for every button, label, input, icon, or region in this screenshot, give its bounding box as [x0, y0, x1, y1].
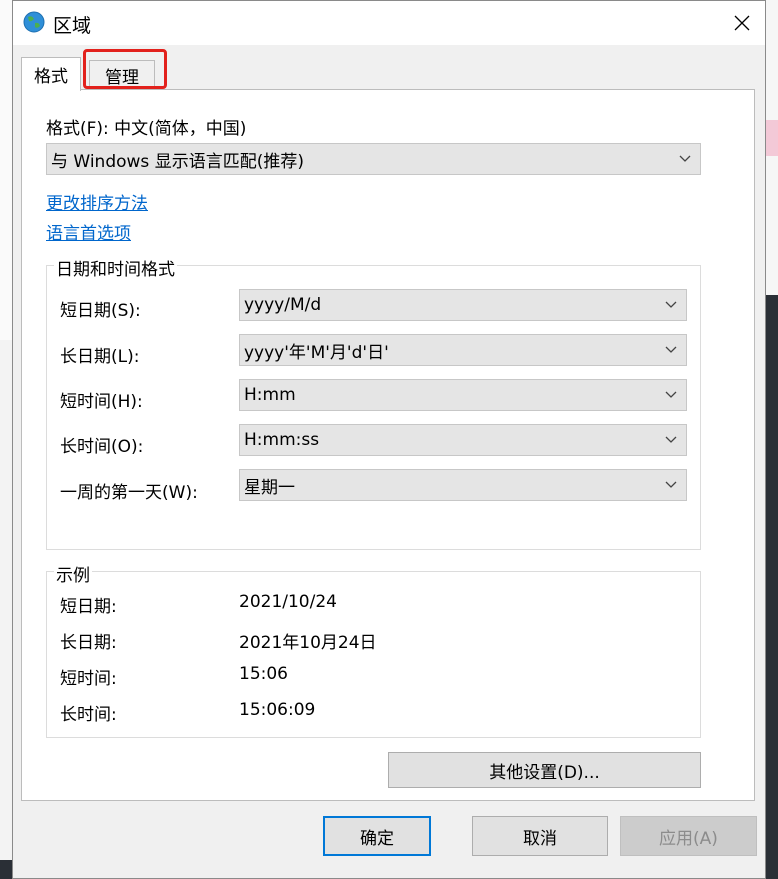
short-time-value: H:mm — [244, 385, 296, 405]
region-dialog: 区域 格式 管理 格式(F): 中文(简体，中国) 与 Windows 显示语言… — [12, 0, 766, 879]
format-label: 格式(F): 中文(简体，中国) — [46, 119, 247, 139]
cancel-button[interactable]: 取消 — [472, 816, 608, 856]
other-settings-button[interactable]: 其他设置(D)... — [388, 752, 701, 788]
short-date-select[interactable]: yyyy/M/d — [239, 289, 687, 321]
example-short-time-value: 15:06 — [239, 664, 288, 684]
chevron-down-icon — [665, 346, 677, 353]
example-long-date-value: 2021年10月24日 — [239, 633, 377, 653]
short-date-label: 短日期(S): — [60, 301, 141, 321]
tab-format[interactable]: 格式 — [21, 57, 81, 91]
example-long-time-label: 长时间: — [60, 705, 117, 725]
long-time-value: H:mm:ss — [244, 430, 320, 450]
close-icon — [734, 15, 750, 31]
chevron-down-icon — [665, 301, 677, 308]
chevron-down-icon — [665, 481, 677, 488]
globe-icon — [23, 11, 45, 33]
window-title: 区域 — [53, 15, 92, 37]
apply-button[interactable]: 应用(A) — [620, 816, 757, 856]
chevron-down-icon — [665, 436, 677, 443]
ok-button[interactable]: 确定 — [323, 816, 431, 856]
examples-group — [46, 571, 701, 738]
language-preferences-link[interactable]: 语言首选项 — [46, 219, 131, 244]
short-time-select[interactable]: H:mm — [239, 379, 687, 411]
example-short-time-label: 短时间: — [60, 669, 117, 689]
highlight-box — [83, 49, 167, 89]
close-button[interactable] — [719, 1, 765, 45]
example-short-date-value: 2021/10/24 — [239, 592, 337, 612]
chevron-down-icon — [665, 391, 677, 398]
format-select[interactable]: 与 Windows 显示语言匹配(推荐) — [46, 143, 701, 175]
title-bar: 区域 — [13, 1, 765, 45]
example-long-date-label: 长日期: — [60, 633, 117, 653]
first-day-label: 一周的第一天(W): — [60, 483, 198, 503]
example-long-time-value: 15:06:09 — [239, 700, 316, 720]
format-select-value: 与 Windows 显示语言匹配(推荐) — [51, 151, 304, 172]
long-date-select[interactable]: yyyy'年'M'月'd'日' — [239, 334, 687, 366]
long-date-value: yyyy'年'M'月'd'日' — [244, 342, 389, 363]
first-day-value: 星期一 — [244, 477, 295, 498]
short-time-label: 短时间(H): — [60, 392, 143, 412]
long-time-select[interactable]: H:mm:ss — [239, 424, 687, 456]
chevron-down-icon — [679, 155, 691, 162]
long-date-label: 长日期(L): — [60, 347, 140, 367]
first-day-select[interactable]: 星期一 — [239, 469, 687, 501]
short-date-value: yyyy/M/d — [244, 295, 322, 315]
change-sort-link[interactable]: 更改排序方法 — [46, 189, 148, 214]
background-window-left-top — [0, 0, 12, 340]
example-short-date-label: 短日期: — [60, 597, 117, 617]
background-window-right-accent — [766, 120, 778, 156]
datetime-group-title: 日期和时间格式 — [54, 255, 177, 280]
format-panel: 格式(F): 中文(简体，中国) 与 Windows 显示语言匹配(推荐) 更改… — [21, 89, 755, 801]
long-time-label: 长时间(O): — [60, 437, 144, 457]
examples-group-title: 示例 — [54, 561, 92, 586]
